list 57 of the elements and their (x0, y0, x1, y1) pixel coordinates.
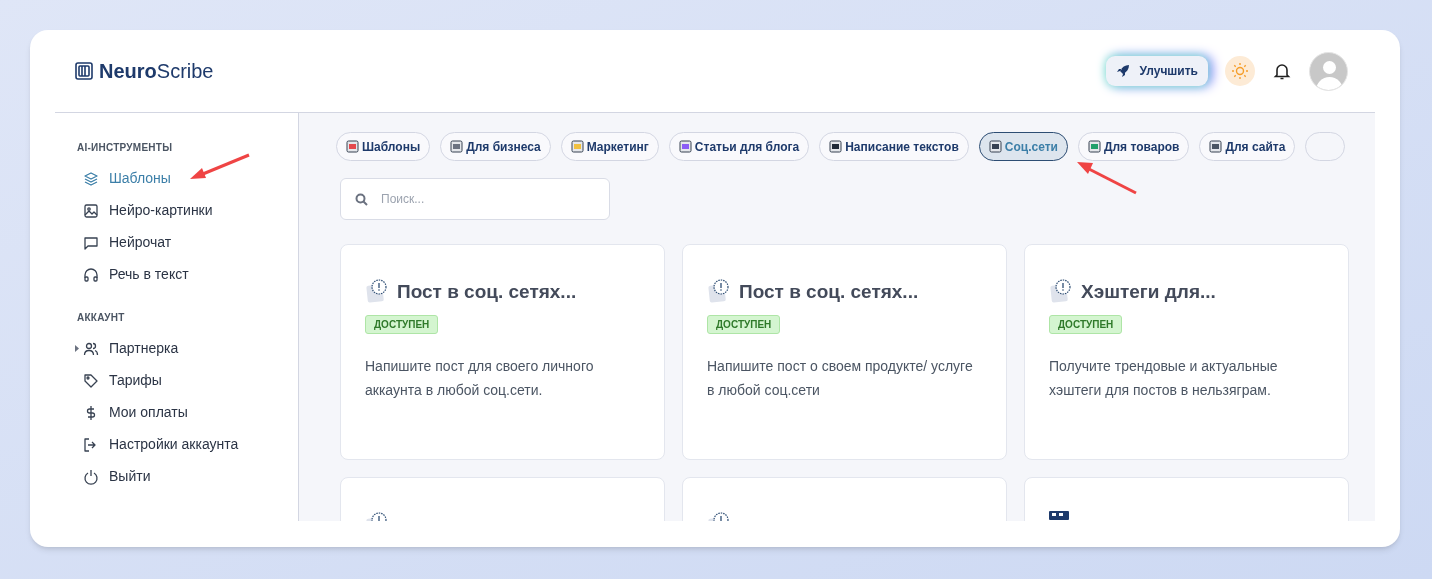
status-badge: ДОСТУПЕН (365, 315, 439, 334)
caret-icon (75, 345, 79, 352)
status-badge: ДОСТУПЕН (707, 315, 781, 334)
annotation-arrow (1075, 160, 1139, 196)
category-icon (1087, 140, 1101, 153)
category-tab[interactable]: Написание текстов (819, 132, 969, 161)
category-icon (450, 140, 464, 153)
category-tab[interactable]: Для сайта (1199, 132, 1296, 161)
section-label: AI-ИНСТРУМЕНТЫ (77, 141, 174, 155)
sun-icon (1231, 62, 1249, 80)
category-tab[interactable]: Статьи для блога (668, 132, 810, 161)
nav-icon (83, 340, 99, 357)
nav-icon (83, 170, 99, 187)
nav-icon (83, 468, 99, 485)
sidebar-item[interactable]: Речь в текст (77, 264, 298, 285)
category-icon (570, 140, 584, 153)
logo: NeuroScribe (99, 59, 214, 84)
category-tab[interactable]: Маркетинг (560, 132, 659, 161)
template-card[interactable]: Хэштеги для... ДОСТУПЕН Получите трендовые и актуальные хэштеги для постов в нельзяграм. (1024, 244, 1349, 460)
category-icon (988, 140, 1002, 153)
card-description: Напишите пост для своего личного аккаунта в любой соц.сети. (365, 357, 595, 400)
sidebar-item[interactable]: Шаблоны (77, 168, 298, 189)
card-description: Напишите пост о своем продукте/ услуге в любой соц.сети (707, 357, 974, 400)
category-icon (1209, 140, 1223, 153)
nav-icon (83, 202, 99, 219)
search-field[interactable]: Поиск... (340, 178, 610, 220)
card-description: Получите трендовые и актуальные хэштеги для постов в нельзяграм. (1049, 357, 1279, 400)
sidebar-item[interactable]: Нейро-картинки (77, 200, 298, 221)
category-icon (346, 140, 359, 153)
category-icon (678, 140, 692, 153)
template-card[interactable]: Пост в соц. сетях... ДОСТУПЕН Напишите пост о своем продукте/ услуге в любой соц.сети (682, 244, 1007, 460)
bell-icon[interactable] (1272, 61, 1292, 81)
category-tab[interactable]: Шаблоны (336, 132, 431, 161)
nav-icon (83, 266, 99, 283)
search-icon (355, 193, 368, 206)
rocket-icon (1115, 64, 1130, 78)
sidebar-item[interactable]: Тарифы (77, 370, 298, 391)
avatar[interactable] (1309, 51, 1348, 91)
sidebar-item[interactable]: Партнерка (77, 338, 298, 359)
sidebar-item[interactable]: Настройки аккаунта (77, 434, 298, 455)
theme-toggle[interactable] (1225, 56, 1255, 86)
card-title: Пост в соц. сетях... (397, 280, 577, 304)
sidebar-item[interactable]: Выйти (77, 466, 298, 487)
upgrade-button[interactable]: Улучшить (1105, 56, 1208, 86)
status-badge: ДОСТУПЕН (1049, 315, 1123, 334)
card-title: Хэштеги для... (1081, 280, 1216, 304)
category-icon (829, 140, 843, 153)
template-card[interactable]: Пост в соц. сетях... ДОСТУПЕН Напишите пост для своего личного аккаунта в любой соц.сети. (340, 244, 665, 460)
sidebar-item[interactable]: Мои оплаты (77, 402, 298, 423)
card-title: Пост в соц. сетях... (739, 280, 919, 304)
nav-icon (83, 234, 99, 251)
category-tab[interactable]: Для бизнеса (440, 132, 551, 161)
nav-icon (83, 372, 99, 389)
section-label: АККАУНТ (77, 311, 126, 325)
category-tab[interactable]: Для товаров (1077, 132, 1190, 161)
sidebar-item[interactable]: Нейрочат (77, 232, 298, 253)
logo-icon (75, 62, 93, 80)
